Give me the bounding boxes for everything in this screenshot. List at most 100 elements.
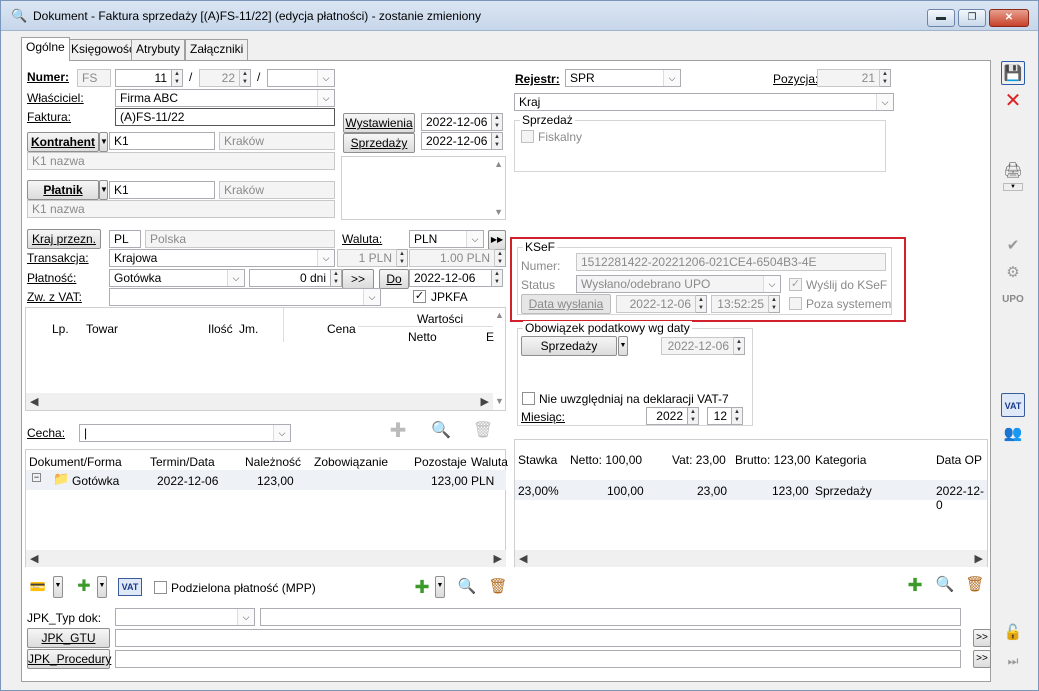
platnosc-dni[interactable]: 0 dni	[249, 269, 331, 287]
collapse-icon[interactable]: −	[32, 473, 41, 482]
numer-year-spin[interactable]: ▲ ▼	[240, 69, 251, 87]
print-menu-button[interactable]: ▼	[1003, 183, 1023, 191]
search-icon[interactable]: 🔍	[429, 419, 453, 443]
search-icon[interactable]: 🔍	[456, 576, 478, 598]
waluta-dropdown[interactable]: PLN ⌵	[409, 230, 484, 248]
add-payment-icon[interactable]: ✚	[73, 576, 95, 598]
miesiac-month-spin[interactable]: ▲ ▼	[732, 407, 743, 425]
jpk-typ-description[interactable]	[260, 608, 961, 626]
jpk-gtu-more-button[interactable]: >>	[973, 629, 991, 647]
payments-hscrollbar[interactable]: ◀ ▶	[26, 550, 506, 567]
vat-hscrollbar[interactable]: ◀ ▶	[515, 550, 987, 567]
platnosc-dni-spin[interactable]: ▲ ▼	[331, 269, 342, 287]
vat-table[interactable]: Stawka Netto: 100,00 Vat: 23,00 Brutto: …	[514, 439, 988, 567]
scroll-right-icon[interactable]: ▶	[481, 395, 489, 408]
platnosc-arrow-button[interactable]: >>	[342, 269, 374, 289]
kontrahent-button[interactable]: Kontrahent	[27, 132, 99, 152]
save-icon[interactable]: 💾	[1001, 61, 1025, 85]
do-button[interactable]: Do	[379, 269, 409, 289]
upo-icon[interactable]: UPO	[1001, 288, 1025, 312]
pin-icon[interactable]: ⏭	[1001, 649, 1025, 673]
waluta-next-button[interactable]: ▶▶	[488, 230, 506, 250]
notes-textarea[interactable]: ▲ ▼	[341, 156, 506, 220]
approve-icon[interactable]: ✔	[1001, 234, 1025, 258]
jpk-gtu-field[interactable]	[115, 629, 961, 647]
platnik-code[interactable]: K1	[109, 181, 215, 199]
obowiazek-button[interactable]: Sprzedaży	[521, 336, 617, 356]
jpkfa-checkbox[interactable]: ✓	[413, 290, 426, 303]
tab-zalaczniki[interactable]: Załączniki	[185, 39, 249, 60]
scroll-right-icon[interactable]: ▶	[975, 552, 983, 565]
numer-year-field[interactable]: 22	[199, 69, 240, 87]
miesiac-year[interactable]: 2022	[646, 407, 688, 425]
jpk-procedury-more-button[interactable]: >>	[973, 650, 991, 668]
wystawienia-date[interactable]: 2022-12-06	[421, 113, 492, 131]
wlasciciel-dropdown[interactable]: Firma ABC ⌵	[115, 89, 335, 107]
users-icon[interactable]: 👥	[1001, 422, 1025, 446]
tab-ksiegowosc[interactable]: Księgowość	[66, 39, 141, 60]
platnik-button[interactable]: Płatnik	[27, 180, 99, 200]
trash-icon[interactable]: 🗑	[471, 419, 495, 443]
zwvat-dropdown[interactable]: ⌵	[109, 288, 381, 306]
add-icon[interactable]: ✚	[386, 419, 410, 443]
faktura-field[interactable]: (A)FS-11/22	[115, 108, 335, 126]
minimize-button[interactable]: ▬	[927, 9, 955, 27]
sprzedazy-date-spin[interactable]: ▲ ▼	[492, 132, 503, 150]
jpk-gtu-button[interactable]: JPK_GTU	[27, 628, 110, 648]
jpk-typ-dropdown[interactable]: ⌵	[115, 608, 255, 626]
obowiazek-menu-button[interactable]: ▼	[618, 336, 628, 356]
scroll-left-icon[interactable]: ◀	[30, 395, 38, 408]
maximize-button[interactable]: ❐	[958, 9, 986, 27]
scroll-up-icon[interactable]: ▲	[495, 310, 504, 320]
payments-table[interactable]: Dokument/Forma Termin/Data Należność Zob…	[25, 449, 508, 567]
platnosc-dropdown[interactable]: Gotówka ⌵	[109, 269, 245, 287]
kraj-dropdown[interactable]: Kraj ⌵	[514, 93, 894, 111]
sprzedazy-button[interactable]: Sprzedaży	[343, 133, 415, 153]
add-menu-button[interactable]: ▼	[435, 576, 445, 598]
numer-no-field[interactable]: 11	[115, 69, 172, 87]
scroll-down-icon[interactable]: ▼	[494, 207, 503, 217]
tab-atrybuty[interactable]: Atrybuty	[131, 39, 186, 60]
trash-icon[interactable]: 🗑	[964, 574, 986, 596]
platnosc-date[interactable]: 2022-12-06	[409, 269, 492, 287]
kraj-przezn-button[interactable]: Kraj przezn.	[27, 229, 101, 249]
cancel-icon[interactable]: ✕	[1001, 89, 1025, 113]
lock-icon[interactable]: 🔓	[1001, 621, 1025, 645]
scroll-right-icon[interactable]: ▶	[494, 552, 502, 565]
nie-uwzgledniaj-checkbox[interactable]	[522, 392, 535, 405]
vat-side-icon[interactable]: VAT	[1001, 393, 1025, 417]
platnosc-date-spin[interactable]: ▲ ▼	[492, 269, 503, 287]
mpp-checkbox[interactable]	[154, 581, 167, 594]
miesiac-year-spin[interactable]: ▲ ▼	[688, 407, 699, 425]
rejestr-dropdown[interactable]: SPR ⌵	[565, 69, 681, 87]
tab-ogolne[interactable]: Ogólne	[21, 37, 70, 61]
money-icon[interactable]: 💳	[27, 576, 49, 598]
items-table[interactable]: Lp. Towar Ilość Jm. Cena Wartości Netto …	[25, 307, 506, 411]
add-icon[interactable]: ✚	[411, 576, 433, 598]
money-menu-button[interactable]: ▼	[53, 576, 63, 598]
numer-no-spin[interactable]: ▲ ▼	[172, 69, 183, 87]
cecha-dropdown[interactable]: | ⌵	[79, 424, 291, 442]
print-icon[interactable]: 🖨	[1001, 159, 1025, 183]
scroll-left-icon[interactable]: ◀	[519, 552, 527, 565]
table-row[interactable]: − 📁 Gotówka 2022-12-06 123,00 123,00 PLN	[26, 470, 506, 490]
settings-icon[interactable]: ⚙	[1001, 261, 1025, 285]
scroll-left-icon[interactable]: ◀	[30, 552, 38, 565]
jpk-procedury-button[interactable]: JPK_Procedury	[27, 649, 111, 669]
trash-icon[interactable]: 🗑	[487, 576, 509, 598]
sprzedazy-date[interactable]: 2022-12-06	[421, 132, 492, 150]
add-payment-menu-button[interactable]: ▼	[97, 576, 107, 598]
close-button[interactable]: ✕	[989, 9, 1029, 27]
miesiac-month[interactable]: 12	[707, 407, 732, 425]
transakcja-dropdown[interactable]: Krajowa ⌵	[109, 249, 335, 267]
table-row[interactable]: 23,00% 100,00 23,00 123,00 Sprzedaży 202…	[515, 480, 987, 512]
kontrahent-menu-button[interactable]: ▼	[99, 132, 108, 152]
scroll-up-icon[interactable]: ▲	[494, 159, 503, 169]
kraj-code[interactable]: PL	[109, 230, 141, 248]
jpk-procedury-field[interactable]	[115, 650, 961, 668]
items-hscrollbar[interactable]: ◀ ▶	[26, 393, 493, 410]
kontrahent-code[interactable]: K1	[109, 132, 215, 150]
wystawienia-button[interactable]: Wystawienia	[343, 113, 415, 133]
scroll-down-icon[interactable]: ▼	[495, 396, 504, 406]
vat-icon[interactable]: VAT	[118, 578, 142, 596]
